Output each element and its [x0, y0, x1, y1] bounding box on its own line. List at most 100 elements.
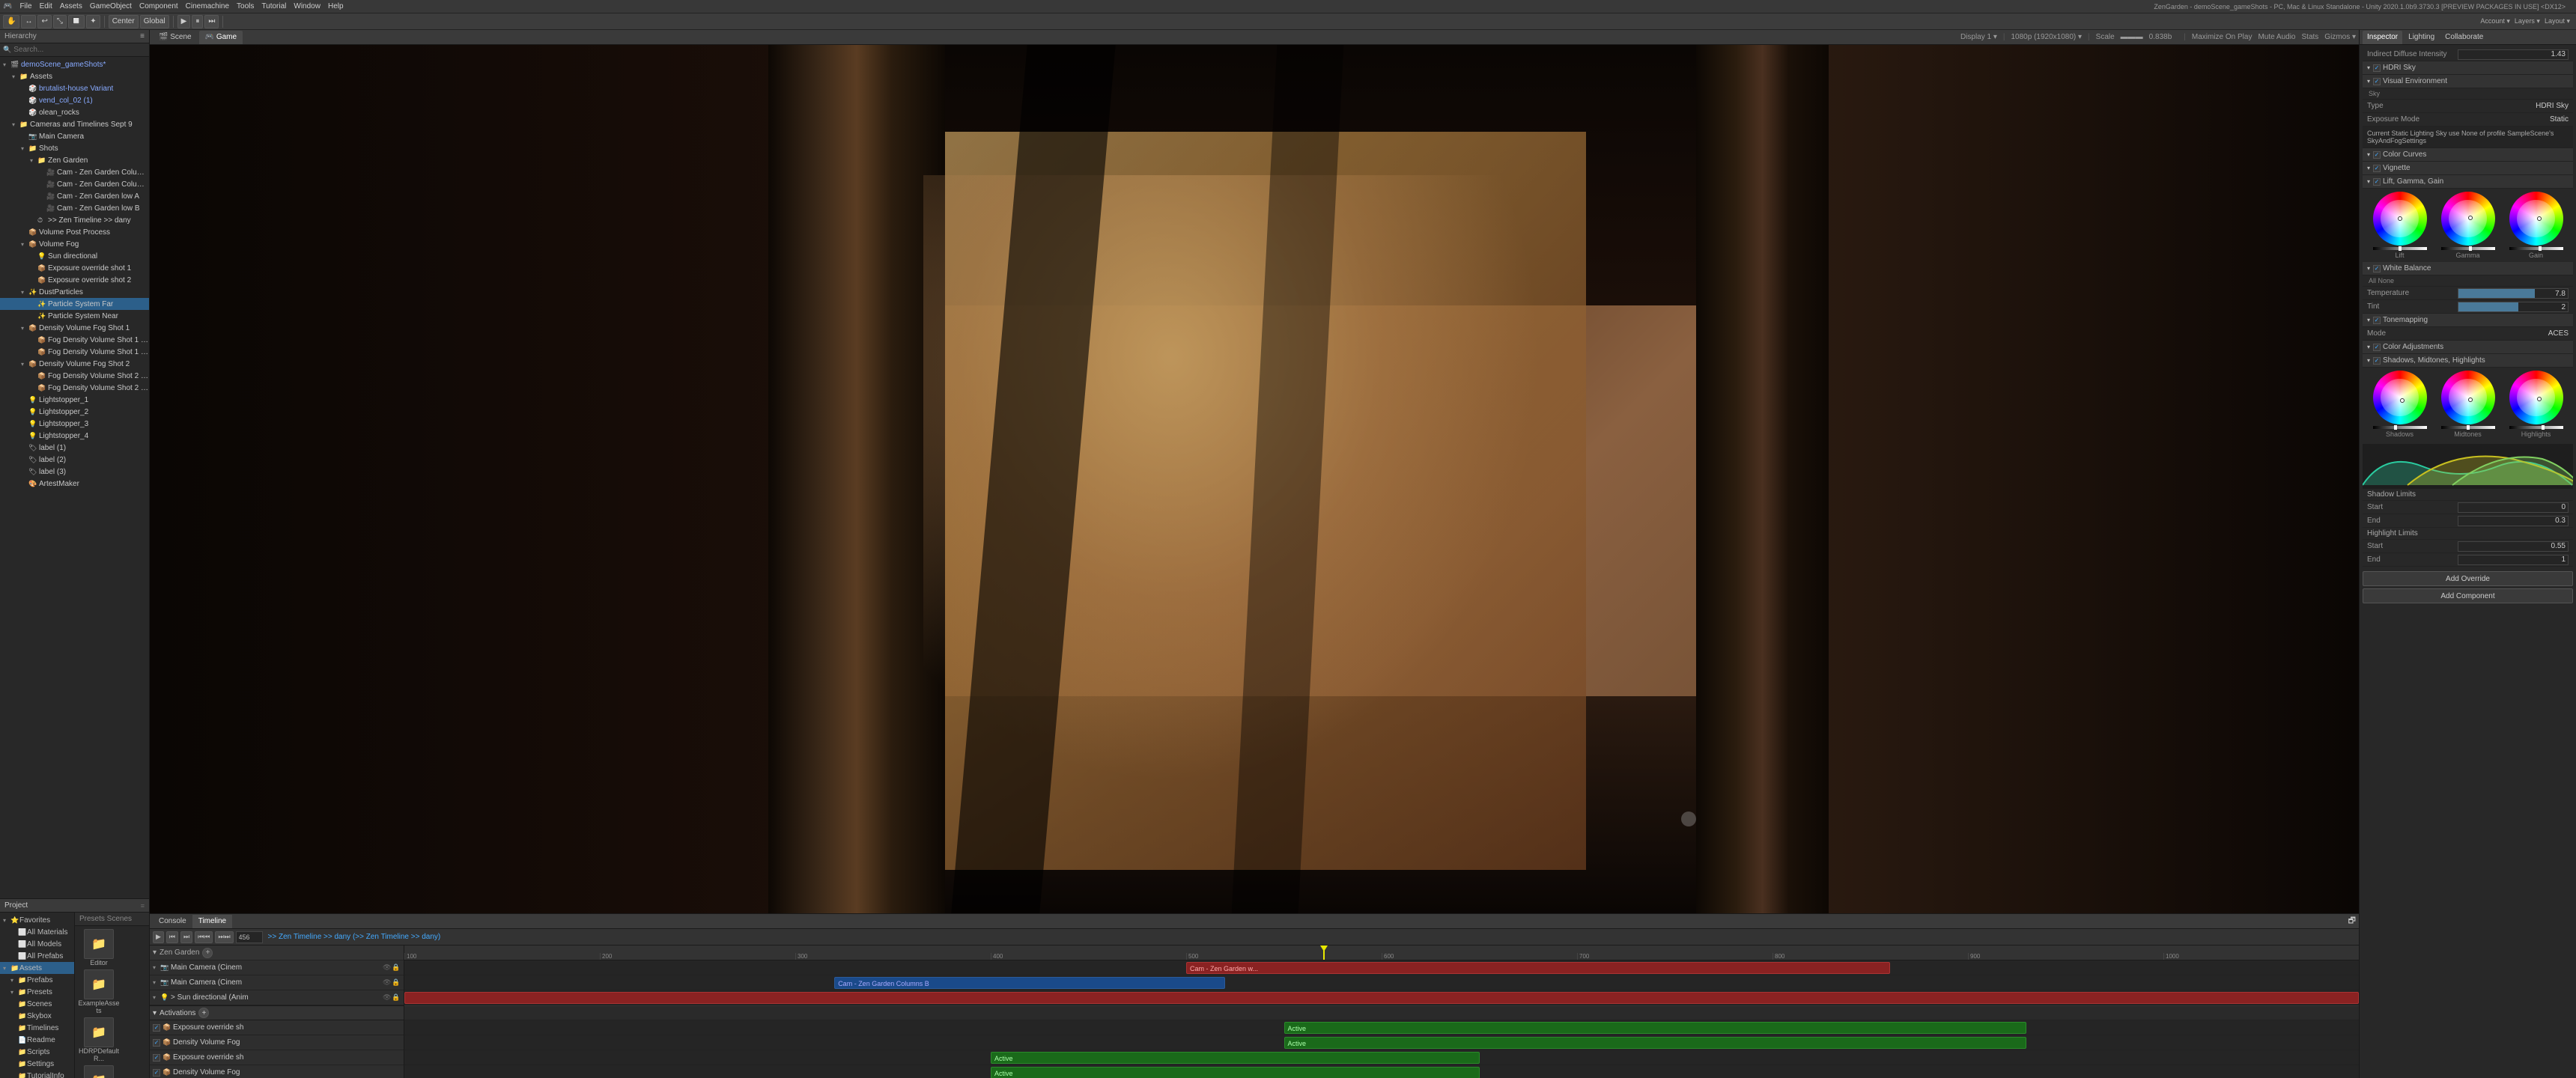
- tl-start-btn[interactable]: ⏮⏮: [195, 931, 213, 943]
- hierarchy-item-density2[interactable]: ▾ 📦 Density Volume Fog Shot 2: [0, 358, 149, 370]
- rect-tool[interactable]: 🔲: [68, 15, 85, 28]
- tl-track-lock-1[interactable]: 🔒: [392, 963, 401, 972]
- tl-track-eye-2[interactable]: 👁: [383, 978, 392, 987]
- project-tree-all-prefabs[interactable]: ⬜ All Prefabs: [0, 950, 74, 962]
- act-clip-2a[interactable]: Active: [1284, 1037, 2027, 1049]
- visual-env-section[interactable]: ▾ ✓ Visual Environment: [2363, 75, 2573, 88]
- scale-slider[interactable]: ▬▬▬: [2121, 33, 2143, 41]
- add-component-btn[interactable]: Add Component: [2363, 588, 2573, 603]
- tl-track-sun[interactable]: ▾ 💡 > Sun directional (Anim 👁 🔒: [150, 990, 404, 1005]
- center-pivot[interactable]: Center: [109, 15, 139, 28]
- gain-bar-handle[interactable]: [2539, 246, 2542, 251]
- tl-track-cam1[interactable]: ▾ 📷 Main Camera (Cinem 👁 🔒: [150, 960, 404, 975]
- gamma-bar[interactable]: [2441, 247, 2495, 250]
- hierarchy-item-scene[interactable]: ▾ 🎬 demoScene_gameShots*: [0, 58, 149, 70]
- hierarchy-item-vend[interactable]: 🎲 vend_col_02 (1): [0, 94, 149, 106]
- midtones-wheel-dot[interactable]: [2468, 398, 2473, 402]
- menu-component[interactable]: Component: [139, 2, 178, 10]
- hierarchy-item-cam-low-a[interactable]: 🎥 Cam - Zen Garden low A: [0, 190, 149, 202]
- hierarchy-item-particle-far[interactable]: ✨ Particle System Far: [0, 298, 149, 310]
- hierarchy-item-rocks[interactable]: 🎲 olean_rocks: [0, 106, 149, 118]
- hierarchy-item-density1[interactable]: ▾ 📦 Density Volume Fog Shot 1: [0, 322, 149, 334]
- hierarchy-item-maincam[interactable]: 📷 Main Camera: [0, 130, 149, 142]
- project-asset-item[interactable]: 📁 Materials: [78, 1065, 120, 1078]
- project-tree-timelines[interactable]: 📁 Timelines: [0, 1022, 74, 1034]
- move-tool[interactable]: ↔: [21, 15, 36, 28]
- menu-window[interactable]: Window: [294, 2, 321, 10]
- shadow-start-input[interactable]: [2458, 502, 2569, 513]
- hierarchy-item-brutalist[interactable]: 🎲 brutalist-house Variant: [0, 82, 149, 94]
- lgg-toggle[interactable]: ✓: [2373, 178, 2381, 186]
- gain-wheel-dot[interactable]: [2537, 216, 2542, 221]
- hierarchy-item-artist[interactable]: 🎨 ArtestMaker: [0, 478, 149, 490]
- tint-slider[interactable]: 2: [2458, 302, 2569, 312]
- project-tree-skybox[interactable]: 📁 Skybox: [0, 1010, 74, 1022]
- wb-toggle[interactable]: ✓: [2373, 265, 2381, 272]
- menu-cinemachine[interactable]: Cinemachine: [186, 2, 229, 10]
- smh-toggle[interactable]: ✓: [2373, 357, 2381, 365]
- rotate-tool[interactable]: ↩: [37, 15, 51, 28]
- color-curves-toggle[interactable]: ✓: [2373, 151, 2381, 159]
- hierarchy-item-dustparticles[interactable]: ▾ ✨ DustParticles: [0, 286, 149, 298]
- hierarchy-item-cam-low-b[interactable]: 🎥 Cam - Zen Garden low B: [0, 202, 149, 214]
- collaborate-tab[interactable]: Collaborate: [2440, 31, 2488, 44]
- tl-track-toggle-4[interactable]: ✓: [153, 1069, 160, 1077]
- lift-color-wheel[interactable]: [2373, 192, 2427, 246]
- visual-env-toggle[interactable]: ✓: [2373, 78, 2381, 85]
- track-clip-cam2-col[interactable]: Cam - Zen Garden Columns B: [834, 977, 1225, 989]
- midtones-bar[interactable]: [2441, 426, 2495, 429]
- hierarchy-item-ls1[interactable]: 💡 Lightstopper_1: [0, 394, 149, 406]
- hierarchy-item-ls3[interactable]: 💡 Lightstopper_3: [0, 418, 149, 430]
- menu-edit[interactable]: Edit: [40, 2, 52, 10]
- color-adj-toggle[interactable]: ✓: [2373, 344, 2381, 351]
- tl-end-btn[interactable]: ⏭⏭: [215, 931, 233, 943]
- tl-play-btn[interactable]: ▶: [153, 931, 164, 943]
- tonemapping-section[interactable]: ▾ ✓ Tonemapping: [2363, 314, 2573, 327]
- hierarchy-menu-icon[interactable]: ≡: [140, 32, 145, 40]
- temperature-slider[interactable]: 7.8: [2458, 288, 2569, 299]
- hierarchy-item-volume-fog[interactable]: ▾ 📦 Volume Fog: [0, 238, 149, 250]
- hierarchy-item-ls2[interactable]: 💡 Lightstopper_2: [0, 406, 149, 418]
- hierarchy-item-cam-col-a[interactable]: 🎥 Cam - Zen Garden Columns A: [0, 166, 149, 178]
- timeline-collapse-btn[interactable]: 🗗: [2348, 914, 2356, 928]
- project-tree-favorites[interactable]: ▾ ⭐ Favorites: [0, 914, 74, 926]
- lift-wheel-dot[interactable]: [2398, 216, 2402, 221]
- gizmos-btn[interactable]: Gizmos ▾: [2324, 33, 2356, 41]
- project-tree-presets[interactable]: ▾ 📁 Presets: [0, 986, 74, 998]
- color-adj-section[interactable]: ▾ ✓ Color Adjustments: [2363, 341, 2573, 354]
- white-balance-section[interactable]: ▾ ✓ White Balance: [2363, 262, 2573, 275]
- highlights-bar[interactable]: [2509, 426, 2563, 429]
- gamma-color-wheel[interactable]: [2441, 192, 2495, 246]
- menu-assets[interactable]: Assets: [60, 2, 82, 10]
- menu-gameobject[interactable]: GameObject: [90, 2, 132, 10]
- tl-track-eye-3[interactable]: 👁: [383, 993, 392, 1002]
- track-clip-sun-anim[interactable]: [404, 992, 2359, 1004]
- menu-tutorial[interactable]: Tutorial: [261, 2, 286, 10]
- midtones-bar-handle[interactable]: [2467, 425, 2470, 430]
- gain-bar[interactable]: [2509, 247, 2563, 250]
- project-asset-item[interactable]: 📁 ExampleAssets: [78, 969, 120, 1014]
- gamma-wheel-dot[interactable]: [2468, 216, 2473, 220]
- vignette-section[interactable]: ▾ ✓ Vignette: [2363, 162, 2573, 175]
- hdri-sky-section[interactable]: ▾ ✓ HDRI Sky: [2363, 61, 2573, 75]
- vignette-toggle[interactable]: ✓: [2373, 165, 2381, 172]
- tl-track-cam2[interactable]: ▾ 📷 Main Camera (Cinem 👁 🔒: [150, 975, 404, 990]
- hierarchy-item-volume-post[interactable]: 📦 Volume Post Process: [0, 226, 149, 238]
- tl-track-toggle-1[interactable]: ✓: [153, 1024, 160, 1032]
- scene-tab[interactable]: 🎬 Scene: [153, 31, 198, 44]
- hdri-toggle[interactable]: ✓: [2373, 64, 2381, 72]
- activations-arrow[interactable]: ▾: [153, 1009, 157, 1017]
- shadows-color-wheel[interactable]: [2373, 371, 2427, 424]
- hierarchy-item-fog2far[interactable]: 📦 Fog Density Volume Shot 2 Far: [0, 370, 149, 382]
- hierarchy-item-label3[interactable]: 🏷 label (3): [0, 466, 149, 478]
- hierarchy-item-shots[interactable]: ▾ 📁 Shots: [0, 142, 149, 154]
- tl-track-toggle-3[interactable]: ✓: [153, 1054, 160, 1062]
- tl-add-btn[interactable]: +: [202, 948, 213, 958]
- tl-track-act1[interactable]: ✓ 📦 Exposure override sh: [150, 1020, 404, 1035]
- hierarchy-item-particle-near[interactable]: ✨ Particle System Near: [0, 310, 149, 322]
- console-tab[interactable]: Console: [153, 915, 192, 928]
- act-clip-3a[interactable]: Active: [991, 1052, 1480, 1064]
- smh-section[interactable]: ▾ ✓ Shadows, Midtones, Highlights: [2363, 354, 2573, 368]
- indirect-diffuse-input[interactable]: [2458, 49, 2569, 60]
- lift-bar-handle[interactable]: [2399, 246, 2402, 251]
